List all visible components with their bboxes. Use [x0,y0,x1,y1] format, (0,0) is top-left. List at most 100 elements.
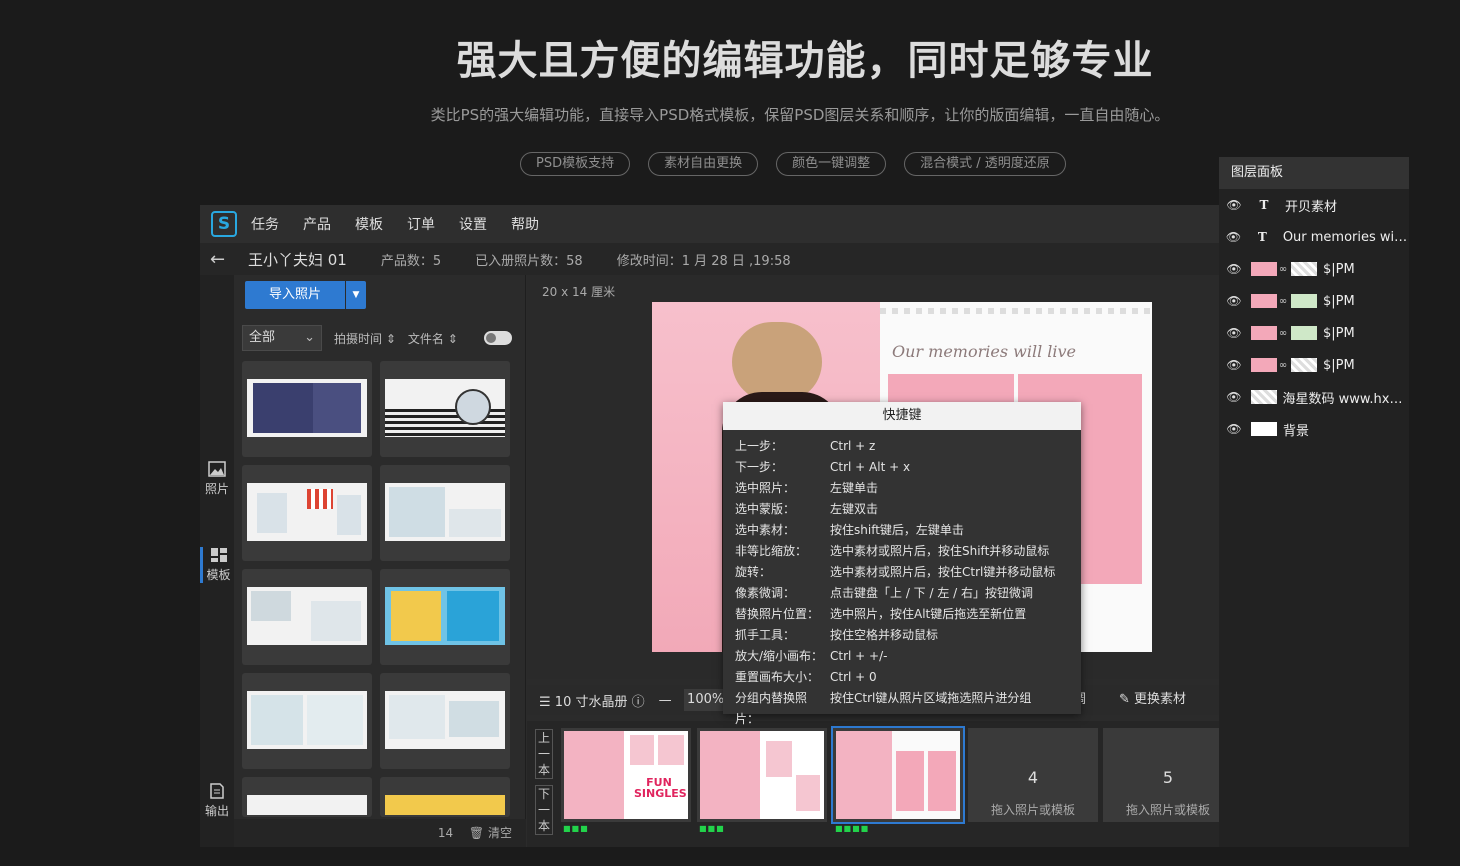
template-thumb[interactable] [380,673,510,769]
menu-bar: S 任务 产品 模板 订单 设置 帮助 [200,205,1220,243]
layer-row[interactable]: 👁 ∞ $|PM [1219,253,1409,285]
menu-task[interactable]: 任务 [251,214,279,234]
layer-thumbnail [1251,422,1277,436]
template-image [385,587,505,645]
link-icon: ∞ [1278,327,1288,339]
template-thumb[interactable] [242,673,372,769]
zoom-level[interactable]: 100% [683,689,728,711]
memories-text[interactable]: Our memories will live [892,342,1076,361]
shortcut-value: 点击键盘「上 / 下 / 左 / 右」按钮微调 [830,586,1034,600]
replace-material-button[interactable]: ✎ 更换素材 [1119,685,1186,715]
shortcut-row: 选中照片： 左键单击 [723,478,1081,499]
empty-page-5[interactable]: 5 拖入照片或模板 [1103,728,1220,822]
nav-photos[interactable]: 照片 [200,461,234,497]
prev-book-button[interactable]: 上 一 本 [535,729,553,779]
eye-icon[interactable]: 👁 [1219,230,1248,244]
page-filmstrip: 上 一 本 下 一 本 FUN SINGLES 4 拖入照片或模板 5 拖入照片… [527,721,1220,847]
layer-row[interactable]: 👁 ∞ $|PM [1219,285,1409,317]
page-thumb-1[interactable]: FUN SINGLES [561,728,691,822]
eye-icon[interactable]: 👁 [1219,262,1249,276]
shortcut-row: 选中蒙版： 左键双击 [723,499,1081,520]
shortcut-value: 选中照片，按住Alt键后拖选至新位置 [830,607,1027,621]
menu-order[interactable]: 订单 [407,214,435,234]
page-number: 5 [1162,768,1174,787]
nav-export[interactable]: 输出 [200,783,234,819]
page-thumb-3[interactable] [831,726,965,824]
template-thumb[interactable] [380,361,510,457]
shortcut-row: 旋转： 选中素材或照片后，按住Ctrl键并移动鼠标 [723,562,1081,583]
shortcut-key: 上一步： [735,439,784,453]
page-number: 4 [1027,768,1039,787]
menu-settings[interactable]: 设置 [459,214,487,234]
hero-title: 强大且方便的编辑功能，同时足够专业 [456,38,1154,84]
modified-time: 修改时间：1 月 28 日 ,19:58 [616,253,791,269]
mask-thumbnail [1291,294,1317,308]
page-image [700,731,824,819]
shortcut-value: 按住shift键后，左键单击 [830,523,964,537]
layer-row[interactable]: 👁 ∞ $|PM [1219,317,1409,349]
shortcut-row: 选中素材： 按住shift键后，左键单击 [723,520,1081,541]
template-image [385,691,505,749]
layer-row[interactable]: 👁 背景 [1219,413,1409,445]
sort-by-time[interactable]: 拍摄时间 ⇕ [334,330,396,347]
nav-photos-label: 照片 [204,482,229,496]
mask-thumbnail [1291,262,1317,276]
template-thumb[interactable] [242,361,372,457]
album-type[interactable]: ☰ 10 寸水晶册 ⓘ [539,691,645,710]
filter-select-value: 全部 [249,330,276,345]
shortcut-row: 重置画布大小： Ctrl + 0 [723,667,1081,688]
sort-arrows-icon: ⇕ [447,331,458,346]
layer-thumbnail [1251,294,1277,308]
eye-icon[interactable]: 👁 [1219,358,1249,372]
import-dropdown-button[interactable]: ▼ [346,281,366,309]
info-icon: ⓘ [631,694,645,710]
layer-row[interactable]: 👁 T 开贝素材 [1219,189,1409,221]
eye-icon[interactable]: 👁 [1219,390,1249,404]
text-layer-icon: T [1257,230,1267,244]
album-info-bar: ← 王小丫夫妇 01 产品数：5 已入册照片数：58 修改时间：1 月 28 日… [200,243,1220,275]
template-thumb[interactable] [242,465,372,561]
zoom-out-icon[interactable]: — [659,693,672,708]
layer-thumbnail [1251,262,1277,276]
eye-icon[interactable]: 👁 [1219,422,1249,436]
fun-singles-text: FUN SINGLES [634,776,687,800]
layer-row[interactable]: 👁 ∞ $|PM [1219,349,1409,381]
page-thumb-2[interactable] [697,728,827,822]
template-thumb[interactable] [380,465,510,561]
template-thumb[interactable] [242,777,372,817]
layer-row[interactable]: 👁 T Our memories will... [1219,221,1409,253]
canvas-size-label: 20 x 14 厘米 [542,285,616,299]
eye-icon[interactable]: 👁 [1219,326,1249,340]
nav-templates[interactable]: 模板 [200,547,234,583]
import-photos-button[interactable]: 导入照片 [245,281,345,309]
empty-page-4[interactable]: 4 拖入照片或模板 [968,728,1098,822]
template-thumb[interactable] [380,569,510,665]
shortcut-row: 放大/缩小画布： Ctrl + +/- [723,646,1081,667]
layer-thumbnail [1251,326,1277,340]
back-arrow-icon[interactable]: ← [210,249,230,270]
hero-subtitle: 类比PS的强大编辑功能，直接导入PSD格式模板，保留PSD图层关系和顺序，让你的… [430,106,1170,124]
layer-row[interactable]: 👁 海星数码 www.hxp... [1219,381,1409,413]
layer-name: Our memories will... [1282,229,1409,245]
shortcut-key: 重置画布大小： [735,670,820,684]
eye-icon[interactable]: 👁 [1219,294,1249,308]
layer-thumbnail [1250,390,1277,404]
list-icon: ☰ [539,694,551,710]
eye-icon[interactable]: 👁 [1219,198,1249,212]
menu-product[interactable]: 产品 [303,214,331,234]
clear-button[interactable]: 清空 [488,826,512,840]
template-thumb[interactable] [242,569,372,665]
mask-thumbnail [1291,358,1317,372]
template-thumb[interactable] [380,777,510,817]
next-book-button[interactable]: 下 一 本 [535,785,553,835]
view-toggle[interactable] [483,331,512,345]
filter-select[interactable]: 全部 ⌄ [242,325,322,351]
sort-by-name[interactable]: 文件名 ⇕ [408,330,458,347]
tag-material: 素材自由更换 [648,152,759,176]
tag-blend: 混合模式 / 透明度还原 [904,152,1066,176]
menu-help[interactable]: 帮助 [511,214,539,234]
menu-template[interactable]: 模板 [355,214,383,234]
shortcut-key: 替换照片位置： [735,607,820,621]
sort-time-label: 拍摄时间 [334,331,383,346]
chevron-down-icon: ⌄ [304,330,315,345]
